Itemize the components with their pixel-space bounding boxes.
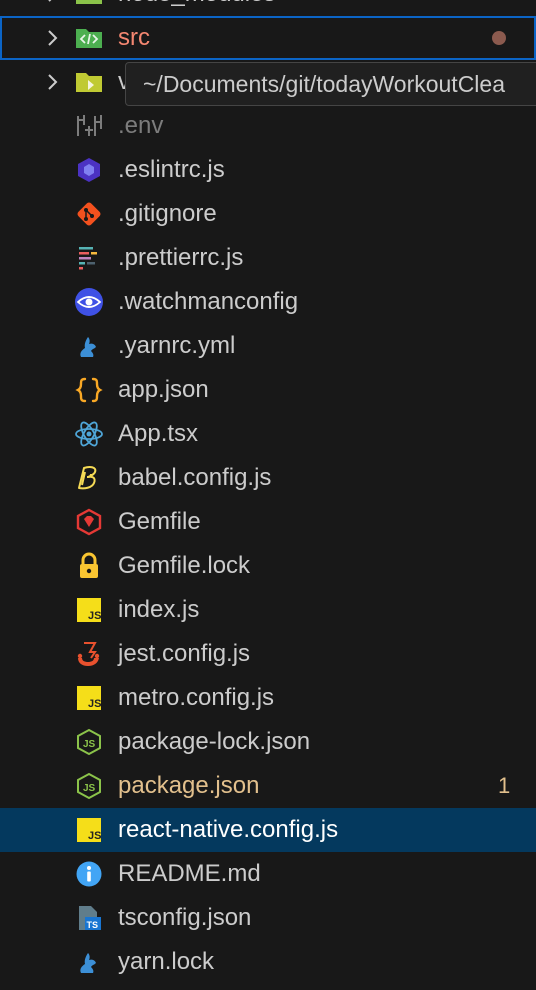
svg-text:TS: TS <box>87 920 99 930</box>
file-label: package-lock.json <box>118 728 311 755</box>
svg-text:JS: JS <box>88 830 101 842</box>
file-row[interactable]: JS metro.config.js <box>0 676 536 720</box>
file-label: yarn.lock <box>118 948 215 975</box>
folder-row-src[interactable]: src <box>0 16 536 60</box>
jest-icon <box>74 640 104 668</box>
tsconfig-icon: TS <box>74 904 104 932</box>
file-row[interactable]: JS package-lock.json <box>0 720 536 764</box>
svg-text:JS: JS <box>88 698 101 710</box>
vscode-folder-icon <box>74 68 104 96</box>
file-label: README.md <box>118 860 261 887</box>
folder-label: node_modules <box>118 0 275 16</box>
file-row[interactable]: app.json <box>0 368 536 412</box>
babel-icon <box>74 464 104 492</box>
file-label: index.js <box>118 596 200 623</box>
info-icon <box>74 860 104 888</box>
file-label: .env <box>118 112 164 139</box>
yarn-icon <box>74 948 104 976</box>
react-icon <box>74 420 104 448</box>
yarn-icon <box>74 332 104 360</box>
file-row[interactable]: .env <box>0 104 536 148</box>
git-icon <box>74 200 104 228</box>
error-dot-icon <box>492 31 506 45</box>
file-row[interactable]: JS index.js <box>0 588 536 632</box>
file-row[interactable]: .yarnrc.yml <box>0 324 536 368</box>
file-label: .yarnrc.yml <box>118 332 236 359</box>
file-label: jest.config.js <box>118 640 251 667</box>
folder-label: src <box>118 24 150 51</box>
javascript-icon: JS <box>74 684 104 712</box>
file-label: metro.config.js <box>118 684 275 711</box>
source-folder-icon <box>74 24 104 52</box>
lock-icon <box>74 552 104 580</box>
ruby-gem-icon <box>74 508 104 536</box>
file-explorer: node_modules src v ~/Documents/git/today <box>0 0 536 990</box>
file-row[interactable]: App.tsx <box>0 412 536 456</box>
folder-row-node-modules[interactable]: node_modules <box>0 0 536 16</box>
problem-count-badge: 1 <box>498 773 511 798</box>
chevron-right-icon[interactable] <box>42 0 62 4</box>
json-braces-icon <box>74 376 104 404</box>
file-row[interactable]: babel.config.js <box>0 456 536 500</box>
svg-text:JS: JS <box>88 610 101 622</box>
file-label: Gemfile.lock <box>118 552 251 579</box>
file-label: .watchmanconfig <box>118 288 299 315</box>
file-label: babel.config.js <box>118 464 272 491</box>
file-label: .gitignore <box>118 200 217 227</box>
javascript-icon: JS <box>74 816 104 844</box>
file-label: tsconfig.json <box>118 904 252 931</box>
file-row[interactable]: .watchmanconfig <box>0 280 536 324</box>
path-tooltip: ~/Documents/git/todayWorkoutClea <box>125 62 536 106</box>
nodejs-icon: JS <box>74 772 104 800</box>
file-label: .prettierrc.js <box>118 244 244 271</box>
chevron-right-icon[interactable] <box>42 28 62 48</box>
file-row[interactable]: Gemfile <box>0 500 536 544</box>
file-label: app.json <box>118 376 209 403</box>
svg-text:JS: JS <box>83 739 96 750</box>
file-row[interactable]: JS package.json 1 <box>0 764 536 808</box>
file-row-selected[interactable]: JS react-native.config.js <box>0 808 536 852</box>
file-label: .eslintrc.js <box>118 156 225 183</box>
file-row[interactable]: jest.config.js <box>0 632 536 676</box>
svg-text:JS: JS <box>83 783 96 794</box>
prettier-icon <box>74 244 104 272</box>
file-row[interactable]: .prettierrc.js <box>0 236 536 280</box>
file-row[interactable]: yarn.lock <box>0 940 536 984</box>
watchman-icon <box>74 288 104 316</box>
javascript-icon: JS <box>74 596 104 624</box>
chevron-right-icon[interactable] <box>42 72 62 92</box>
file-row[interactable]: README.md <box>0 852 536 896</box>
nodejs-icon: JS <box>74 728 104 756</box>
file-row[interactable]: .eslintrc.js <box>0 148 536 192</box>
file-label: App.tsx <box>118 420 199 447</box>
file-row[interactable]: TS tsconfig.json <box>0 896 536 940</box>
file-label: react-native.config.js <box>118 816 339 843</box>
env-settings-icon <box>74 112 104 140</box>
folder-icon <box>74 0 104 8</box>
file-row[interactable]: .gitignore <box>0 192 536 236</box>
eslint-icon <box>74 156 104 184</box>
file-row[interactable]: Gemfile.lock <box>0 544 536 588</box>
file-label: package.json <box>118 772 260 799</box>
file-label: Gemfile <box>118 508 201 535</box>
